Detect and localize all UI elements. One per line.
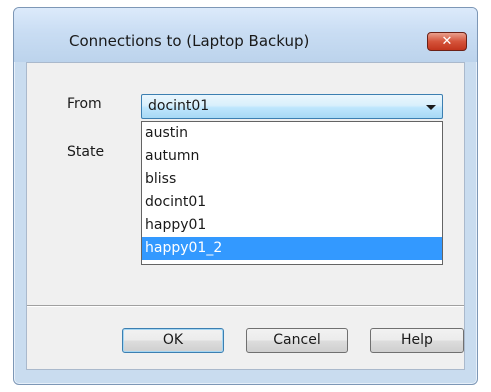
- from-label: From: [67, 96, 102, 112]
- close-icon: ✕: [441, 34, 453, 49]
- title-bar[interactable]: Connections to (Laptop Backup) ✕: [14, 8, 477, 62]
- dropdown-option-austin[interactable]: austin: [142, 122, 442, 145]
- dialog-body: From State docint01 austin autumn bliss …: [26, 62, 465, 370]
- divider: [27, 305, 464, 307]
- dropdown-option-bliss[interactable]: bliss: [142, 168, 442, 191]
- dropdown-option-happy01[interactable]: happy01: [142, 214, 442, 237]
- state-label: State: [67, 144, 105, 160]
- dropdown-option-happy01-2[interactable]: happy01_2: [142, 237, 442, 260]
- connections-dialog: Connections to (Laptop Backup) ✕ From St…: [13, 7, 478, 385]
- chevron-down-icon[interactable]: [426, 105, 436, 110]
- dialog-title: Connections to (Laptop Backup): [69, 32, 310, 50]
- from-combobox[interactable]: docint01: [141, 94, 443, 119]
- from-combobox-value: docint01: [148, 98, 210, 114]
- ok-button[interactable]: OK: [122, 328, 224, 353]
- from-dropdown-list: austin autumn bliss docint01 happy01 hap…: [141, 121, 443, 265]
- help-button[interactable]: Help: [370, 328, 464, 353]
- close-button[interactable]: ✕: [427, 32, 467, 51]
- dropdown-option-docint01[interactable]: docint01: [142, 191, 442, 214]
- dropdown-option-autumn[interactable]: autumn: [142, 145, 442, 168]
- cancel-button[interactable]: Cancel: [246, 328, 348, 353]
